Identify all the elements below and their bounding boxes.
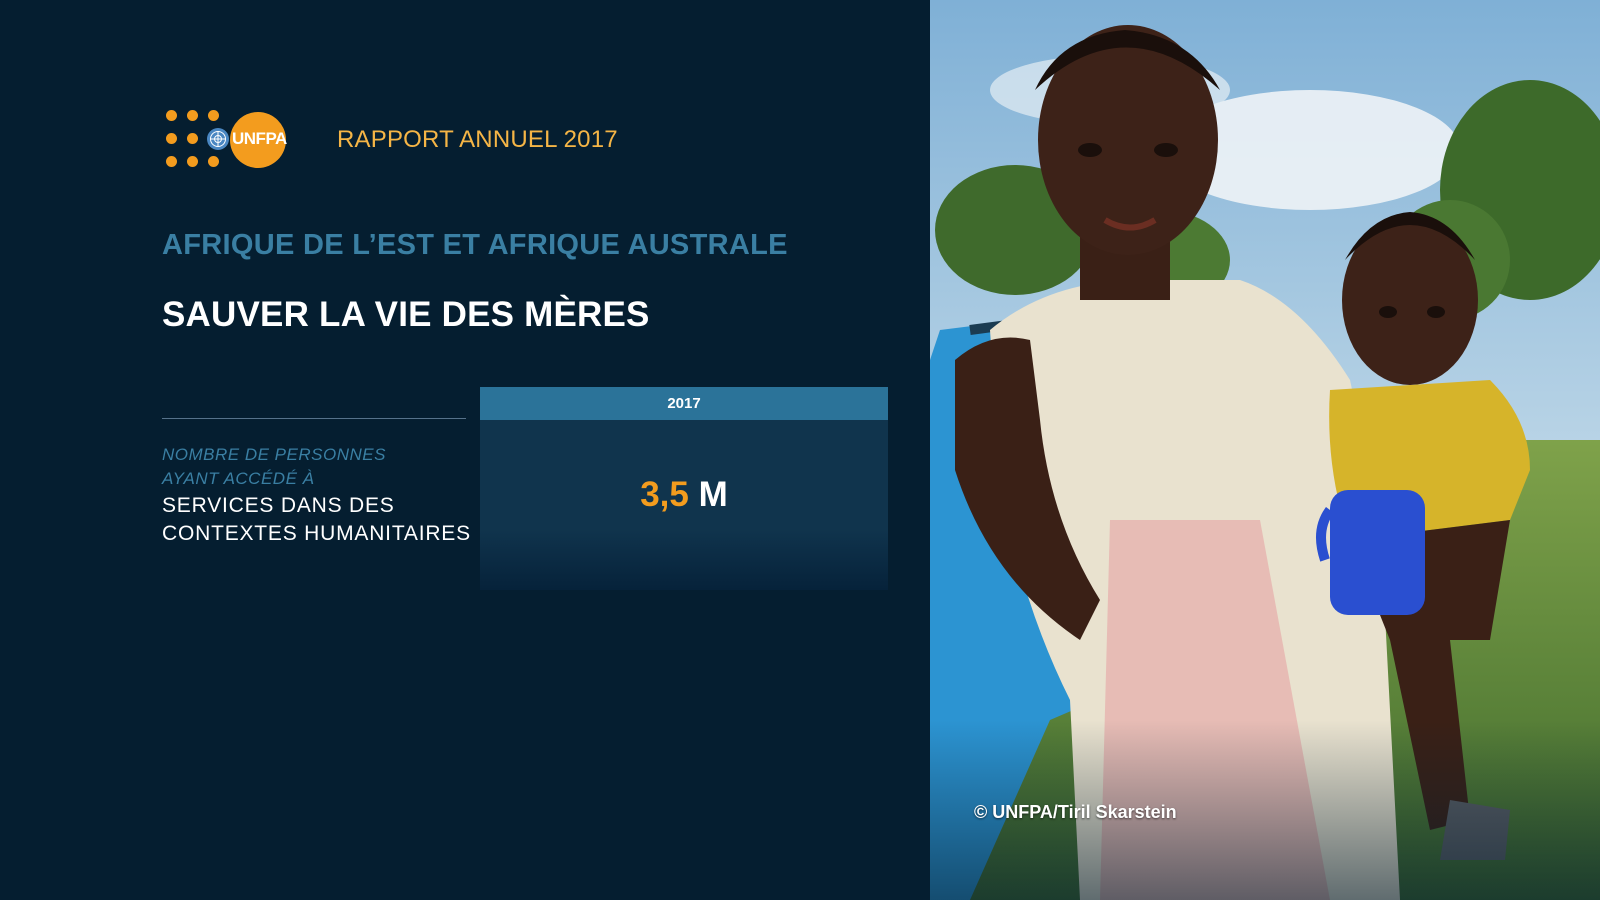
left-panel: UNFPA RAPPORT ANNUEL 2017 AFRIQUE DE L’E…	[0, 0, 930, 900]
metric-label-line1: SERVICES DANS DES	[162, 494, 395, 517]
stat-value: 3,5 M	[480, 475, 888, 515]
stat-year: 2017	[480, 387, 888, 420]
metric-label-prefix-line2: AYANT ACCÉDÉ À	[162, 469, 315, 488]
logo-text: UNFPA	[232, 129, 287, 148]
divider	[162, 418, 466, 419]
stat-box: 2017 3,5 M	[480, 387, 888, 590]
stat-unit: M	[698, 475, 728, 514]
metric-label-prefix-line1: NOMBRE DE PERSONNES	[162, 445, 386, 464]
photo-credit: © UNFPA/Tiril Skarstein	[974, 802, 1177, 822]
mother-and-child-photo	[930, 0, 1600, 900]
metric-label-line2: CONTEXTES HUMANITAIRES	[162, 522, 471, 545]
hero-photo: © UNFPA/Tiril Skarstein	[930, 0, 1600, 900]
unfpa-logo: UNFPA	[166, 110, 290, 168]
stat-number: 3,5	[640, 475, 689, 514]
report-title: RAPPORT ANNUEL 2017	[337, 126, 618, 153]
un-emblem-icon	[207, 128, 229, 150]
page-title: SAUVER LA VIE DES MÈRES	[162, 295, 650, 334]
region-heading: AFRIQUE DE L’EST ET AFRIQUE AUSTRALE	[162, 229, 788, 261]
